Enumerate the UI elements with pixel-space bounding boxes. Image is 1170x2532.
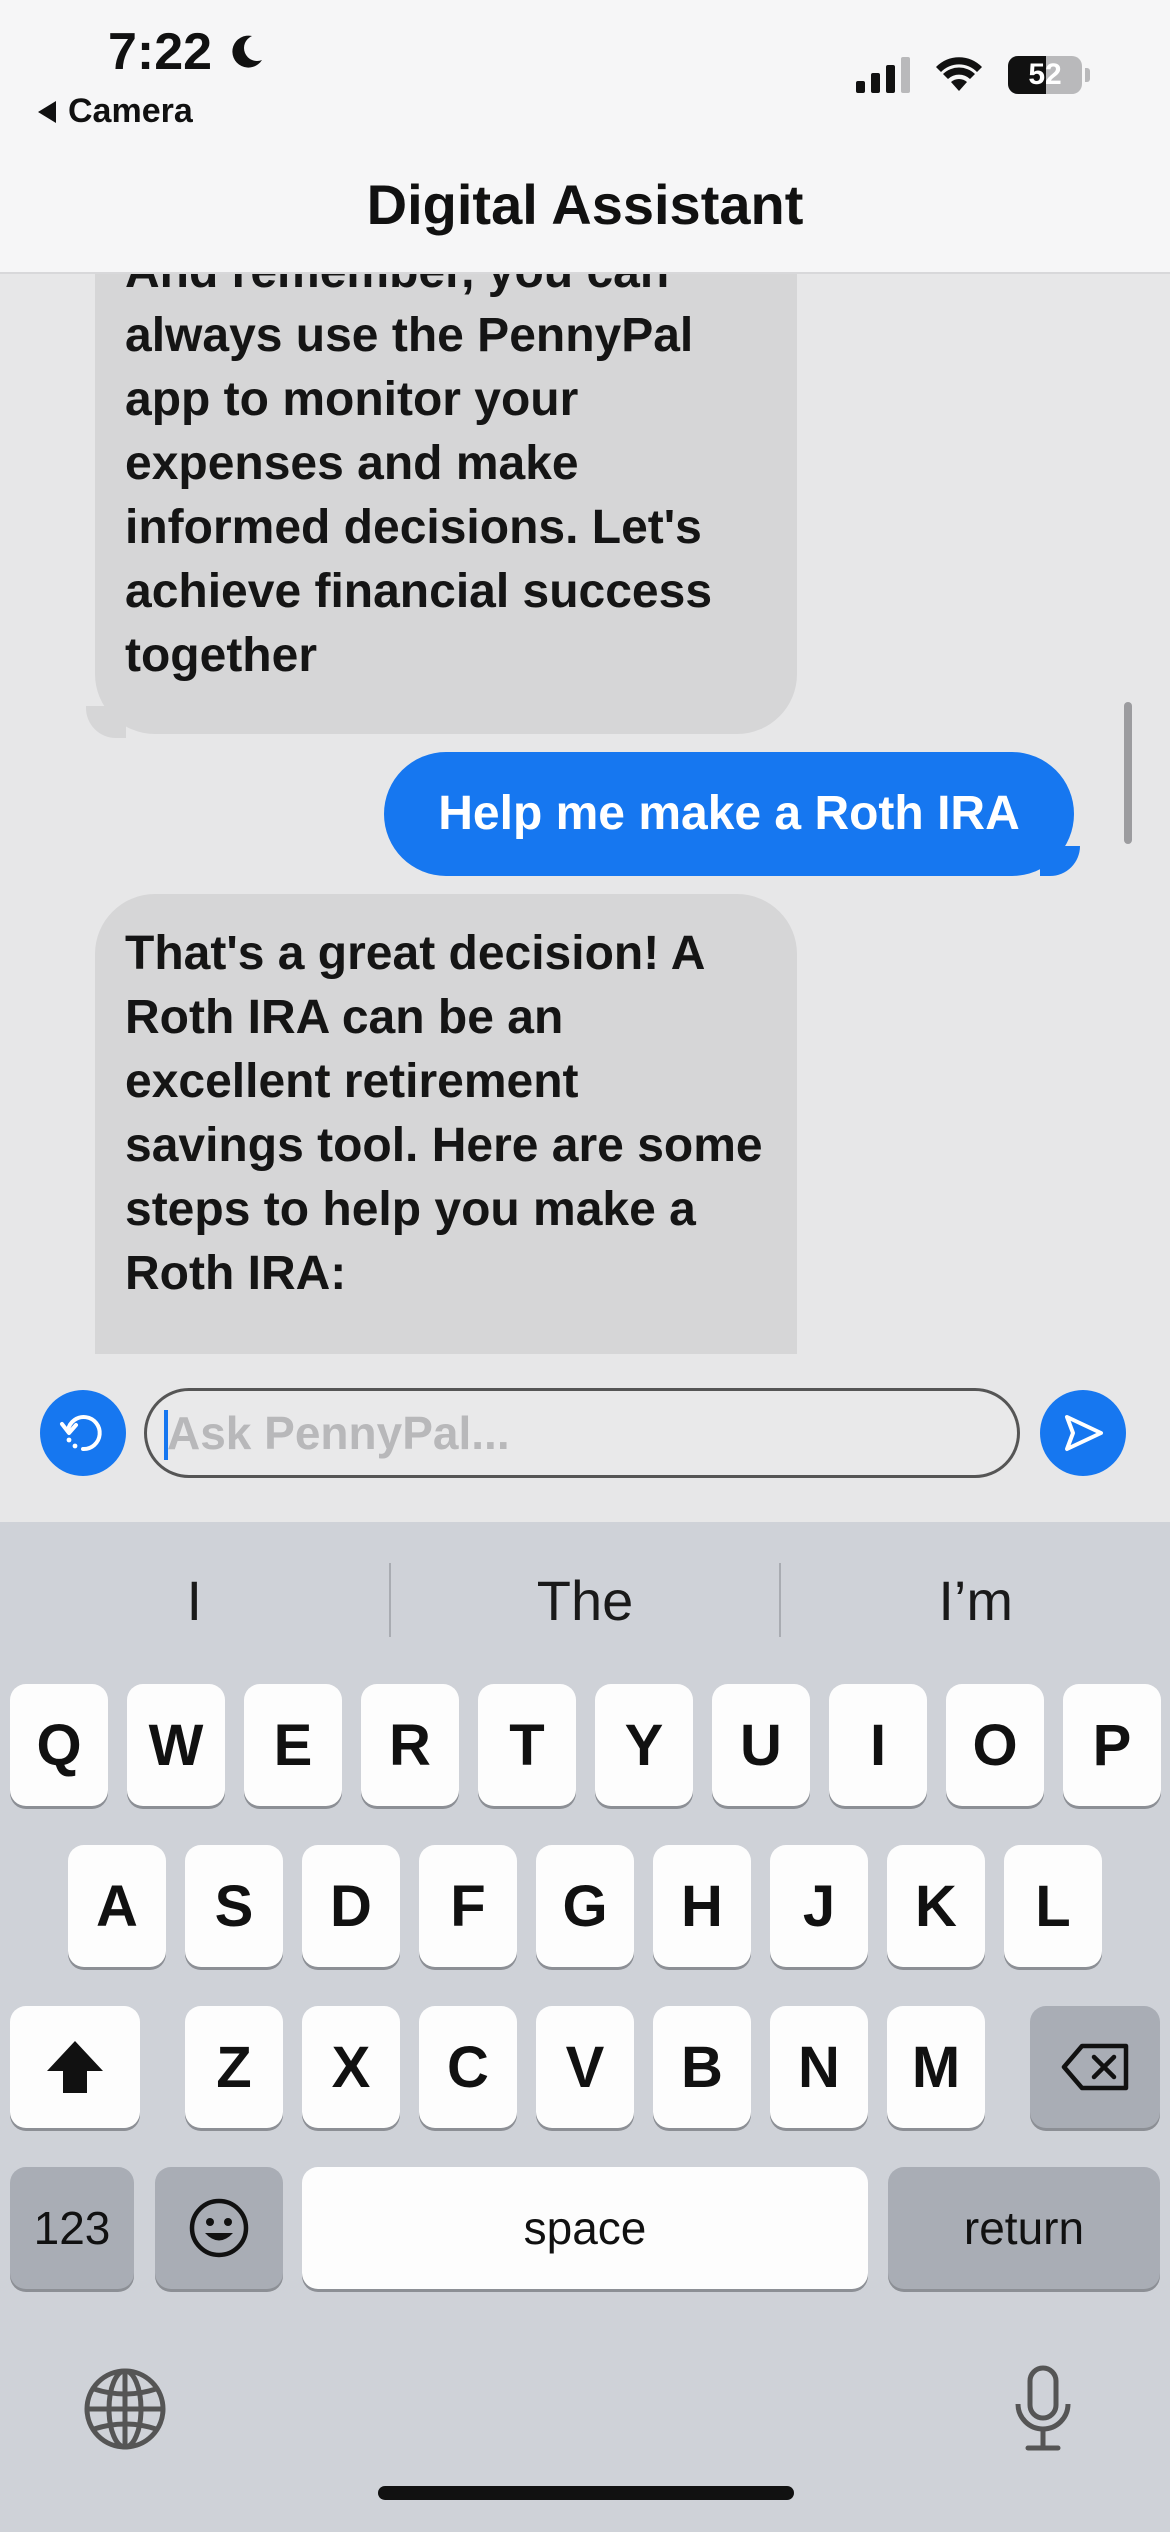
text-caret (164, 1410, 168, 1460)
key-e[interactable]: E (244, 1684, 342, 1806)
back-label: Camera (68, 92, 193, 130)
key-c[interactable]: C (419, 2006, 517, 2128)
microphone-icon (1015, 2365, 1071, 2451)
suggestion-2[interactable]: The (391, 1568, 780, 1633)
refresh-icon (60, 1415, 102, 1452)
key-r[interactable]: R (361, 1684, 459, 1806)
backspace-key[interactable] (1030, 2006, 1160, 2128)
emoji-icon (189, 2198, 249, 2258)
home-indicator[interactable] (378, 2486, 794, 2500)
status-time: 7:22 (108, 22, 266, 82)
page-title: Digital Assistant (366, 173, 804, 236)
key-q[interactable]: Q (10, 1684, 108, 1806)
key-v[interactable]: V (536, 2006, 634, 2128)
clock-text: 7:22 (108, 23, 213, 81)
assistant-message-text: That's a great decision! A Roth IRA can … (125, 927, 763, 1300)
numbers-key[interactable]: 123 (10, 2167, 134, 2289)
user-message-text: Help me make a Roth IRA (438, 787, 1020, 840)
key-i[interactable]: I (829, 1684, 927, 1806)
key-s[interactable]: S (185, 1845, 283, 1967)
wifi-icon (936, 57, 982, 91)
return-key[interactable]: return (888, 2167, 1160, 2289)
battery-percent: 52 (1028, 58, 1062, 91)
shift-key[interactable] (10, 2006, 140, 2128)
ask-input[interactable] (144, 1388, 1020, 1478)
key-t[interactable]: T (478, 1684, 576, 1806)
assistant-message-text: And remember, you can always use the Pen… (125, 274, 713, 682)
key-h[interactable]: H (653, 1845, 751, 1967)
key-g[interactable]: G (536, 1845, 634, 1967)
emoji-key[interactable] (155, 2167, 283, 2289)
globe-icon (84, 2368, 166, 2450)
suggestion-3[interactable]: I’m (781, 1568, 1170, 1633)
reset-chat-button[interactable] (40, 1390, 126, 1476)
message-composer (0, 1354, 1170, 1522)
user-message: Help me make a Roth IRA (384, 752, 1074, 876)
chat-transcript[interactable]: And remember, you can always use the Pen… (0, 274, 1170, 1354)
moon-icon (232, 35, 263, 68)
key-o[interactable]: O (946, 1684, 1044, 1806)
navigation-header: 7:22 Camera 52 Digital Assistant (0, 0, 1170, 274)
chat-scrollbar[interactable] (1124, 702, 1132, 844)
shift-arrow-icon (47, 2041, 103, 2093)
key-l[interactable]: L (1004, 1845, 1102, 1967)
key-z[interactable]: Z (185, 2006, 283, 2128)
keyboard: I The I’m Q W E R T Y U I O P A S D F G … (0, 1522, 1170, 2532)
predictive-bar: I The I’m (0, 1522, 1170, 1678)
user-bubble-tail (1040, 846, 1080, 876)
suggestion-1[interactable]: I (0, 1568, 389, 1633)
dictation-button[interactable] (998, 2364, 1088, 2454)
assistant-message: That's a great decision! A Roth IRA can … (95, 894, 797, 1354)
back-to-camera-link[interactable]: Camera (38, 92, 193, 131)
send-button[interactable] (1040, 1390, 1126, 1476)
battery-icon: 52 (1008, 56, 1082, 94)
key-f[interactable]: F (419, 1845, 517, 1967)
send-icon (1065, 1415, 1103, 1451)
assistant-bubble-tail (86, 706, 126, 738)
assistant-message: And remember, you can always use the Pen… (95, 274, 797, 734)
key-x[interactable]: X (302, 2006, 400, 2128)
key-u[interactable]: U (712, 1684, 810, 1806)
key-m[interactable]: M (887, 2006, 985, 2128)
key-j[interactable]: J (770, 1845, 868, 1967)
key-b[interactable]: B (653, 2006, 751, 2128)
key-a[interactable]: A (68, 1845, 166, 1967)
space-key[interactable]: space (302, 2167, 868, 2289)
delete-icon (1061, 2043, 1129, 2091)
globe-button[interactable] (80, 2364, 170, 2454)
key-n[interactable]: N (770, 2006, 868, 2128)
key-p[interactable]: P (1063, 1684, 1161, 1806)
status-icons: 52 (856, 56, 1090, 94)
key-y[interactable]: Y (595, 1684, 693, 1806)
key-k[interactable]: K (887, 1845, 985, 1967)
cellular-signal-icon (856, 57, 910, 93)
back-triangle-icon (38, 100, 56, 123)
key-d[interactable]: D (302, 1845, 400, 1967)
key-w[interactable]: W (127, 1684, 225, 1806)
